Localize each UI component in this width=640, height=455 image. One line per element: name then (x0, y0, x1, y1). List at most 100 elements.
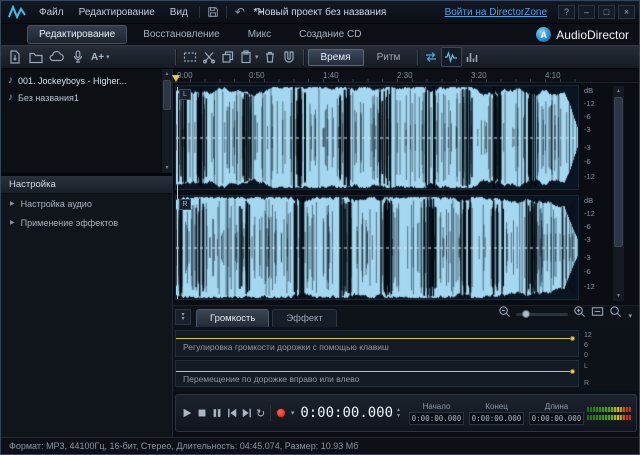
menu-edit[interactable]: Редактирование (72, 4, 162, 21)
help-button[interactable]: ? (558, 5, 575, 19)
channel-right[interactable]: R (175, 195, 579, 300)
save-button[interactable] (204, 4, 222, 20)
level-meter (587, 407, 631, 420)
directorzone-cloud-button[interactable] (47, 47, 66, 67)
marquee-select-button[interactable] (180, 47, 199, 67)
media-item[interactable]: ♪ 001. Jockeyboys - Higher... (1, 72, 161, 89)
minimize-button[interactable]: – (578, 5, 595, 19)
capture-button[interactable] (68, 47, 87, 67)
delete-button[interactable] (261, 47, 280, 67)
brand: A AudioDirector (536, 27, 639, 42)
ruler-minor-ticks (175, 79, 579, 82)
waveform-canvas-left[interactable] (176, 86, 578, 189)
scroll-thumb[interactable] (163, 80, 171, 110)
timeline-ruler[interactable]: 0:00 0:50 1:40 2:30 3:20 4:10 (173, 69, 639, 83)
transport-bar: ↻ ▾ 0:00:00.000 ▲ ▼ Начало 0:00:00.000 К… (175, 394, 637, 432)
scroll-track[interactable] (162, 79, 172, 163)
media-list-scrollbar[interactable]: ▲ ▼ (161, 69, 172, 173)
chevron-down-icon: ▾ (106, 53, 110, 61)
tab-create-cd[interactable]: Создание CD (287, 25, 373, 44)
db-label: -3 (584, 143, 591, 152)
play-button[interactable] (181, 405, 193, 421)
scroll-down-button[interactable]: ▼ (613, 291, 624, 301)
tab-effect[interactable]: Эффект (272, 309, 336, 327)
scroll-up-button[interactable]: ▲ (613, 86, 624, 96)
library-toolbar-group: A+ ▾ (5, 47, 171, 67)
menu-view[interactable]: Вид (163, 4, 195, 21)
import-media-button[interactable] (5, 47, 24, 67)
scroll-up-button[interactable]: ▲ (162, 69, 172, 79)
scale-label: 6 (584, 342, 588, 349)
waveform-scrollbar[interactable]: ▲ ▼ (612, 85, 625, 302)
waveform-view-button[interactable] (441, 47, 462, 67)
titlebar: Файл Редактирование Вид ↶ ↷ *Новый проек… (1, 1, 639, 23)
zoom-slider[interactable] (516, 313, 568, 316)
channel-left-label: L (179, 89, 191, 100)
volume-lane[interactable]: Регулировка громкости дорожки с помощью … (175, 330, 579, 357)
time-spinner[interactable]: ▲ ▼ (396, 408, 401, 419)
undo-button[interactable]: ↶ (231, 4, 249, 20)
close-button[interactable]: × (618, 5, 635, 19)
settings-item-audio[interactable]: ▶ Настройка аудио (1, 194, 172, 213)
collapse-panel-button[interactable]: ▾ ▾ (175, 309, 191, 325)
spectral-view-button[interactable] (462, 47, 481, 67)
scroll-track[interactable] (613, 96, 624, 291)
channel-left[interactable]: L (175, 85, 579, 190)
zoom-out-button[interactable] (498, 305, 511, 323)
length-value[interactable]: 0:00:00.000 (529, 412, 584, 425)
settings-item-effects[interactable]: ▶ Применение эффектов (1, 213, 172, 232)
tab-restoration[interactable]: Восстановление (131, 25, 232, 44)
envelope-keyframe[interactable] (570, 369, 575, 374)
zoom-slider-thumb[interactable] (522, 310, 530, 318)
end-value[interactable]: 0:00:00.000 (469, 412, 524, 425)
open-folder-button[interactable] (26, 47, 45, 67)
scroll-thumb[interactable] (614, 97, 623, 247)
beat-mode-button[interactable]: Ритм (364, 49, 414, 66)
swap-channels-button[interactable] (422, 47, 441, 67)
pause-button[interactable] (211, 405, 223, 421)
envelope-keyframe[interactable] (570, 336, 575, 341)
directorzone-link[interactable]: Войти на DirectorZone (445, 7, 555, 18)
copy-button[interactable] (218, 47, 237, 67)
time-mode-button[interactable]: Время (308, 49, 364, 66)
level-meter-right (587, 415, 631, 420)
maximize-button[interactable]: □ (598, 5, 615, 19)
zoom-fit-button[interactable] (591, 305, 604, 323)
snap-magnet-button[interactable] (280, 47, 299, 67)
volume-envelope-line[interactable] (176, 338, 572, 339)
titlebar-divider (199, 6, 200, 18)
start-value[interactable]: 0:00:00.000 (409, 412, 464, 425)
editor-area: 0:00 0:50 1:40 2:30 3:20 4:10 L (173, 69, 639, 437)
record-options-button[interactable]: ▾ (291, 409, 295, 417)
music-note-icon: ♪ (8, 92, 13, 103)
window-title: *Новый проект без названия (254, 7, 387, 18)
pan-lane[interactable]: Перемещение по дорожке вправо или влево (175, 360, 579, 387)
add-text-icon: A+ (91, 52, 104, 63)
media-items: ♪ 001. Jockeyboys - Higher... ♪ Без назв… (1, 69, 161, 173)
tab-editing[interactable]: Редактирование (27, 25, 127, 44)
menu-file[interactable]: Файл (32, 4, 71, 21)
db-label: -6 (584, 157, 591, 166)
tab-mix[interactable]: Микс (236, 25, 283, 44)
go-to-start-button[interactable] (226, 405, 238, 421)
playhead-marker[interactable] (172, 75, 180, 82)
tab-volume[interactable]: Громкость (196, 309, 269, 327)
zoom-options-button[interactable]: ▾ (609, 305, 632, 323)
toolbar: A+ ▾ ▾ Время Ритм (1, 45, 639, 69)
stop-button[interactable] (196, 405, 208, 421)
pan-envelope-line[interactable] (176, 371, 572, 372)
add-text-button[interactable]: A+ ▾ (89, 47, 112, 67)
scroll-down-button[interactable]: ▼ (162, 163, 172, 173)
loop-button[interactable]: ↻ (256, 405, 265, 421)
media-item[interactable]: ♪ Без названия1 (1, 89, 161, 106)
paste-button[interactable]: ▾ (237, 47, 261, 67)
chevron-down-icon: ▾ (181, 317, 184, 321)
db-label: -12 (584, 282, 595, 291)
go-to-end-button[interactable] (241, 405, 253, 421)
waveform-canvas-right[interactable] (176, 196, 578, 299)
razor-button[interactable] (199, 47, 218, 67)
audiodirector-window: Файл Редактирование Вид ↶ ↷ *Новый проек… (0, 0, 640, 455)
start-label: Начало (423, 402, 451, 411)
record-button[interactable] (276, 405, 286, 421)
zoom-in-button[interactable] (573, 305, 586, 323)
